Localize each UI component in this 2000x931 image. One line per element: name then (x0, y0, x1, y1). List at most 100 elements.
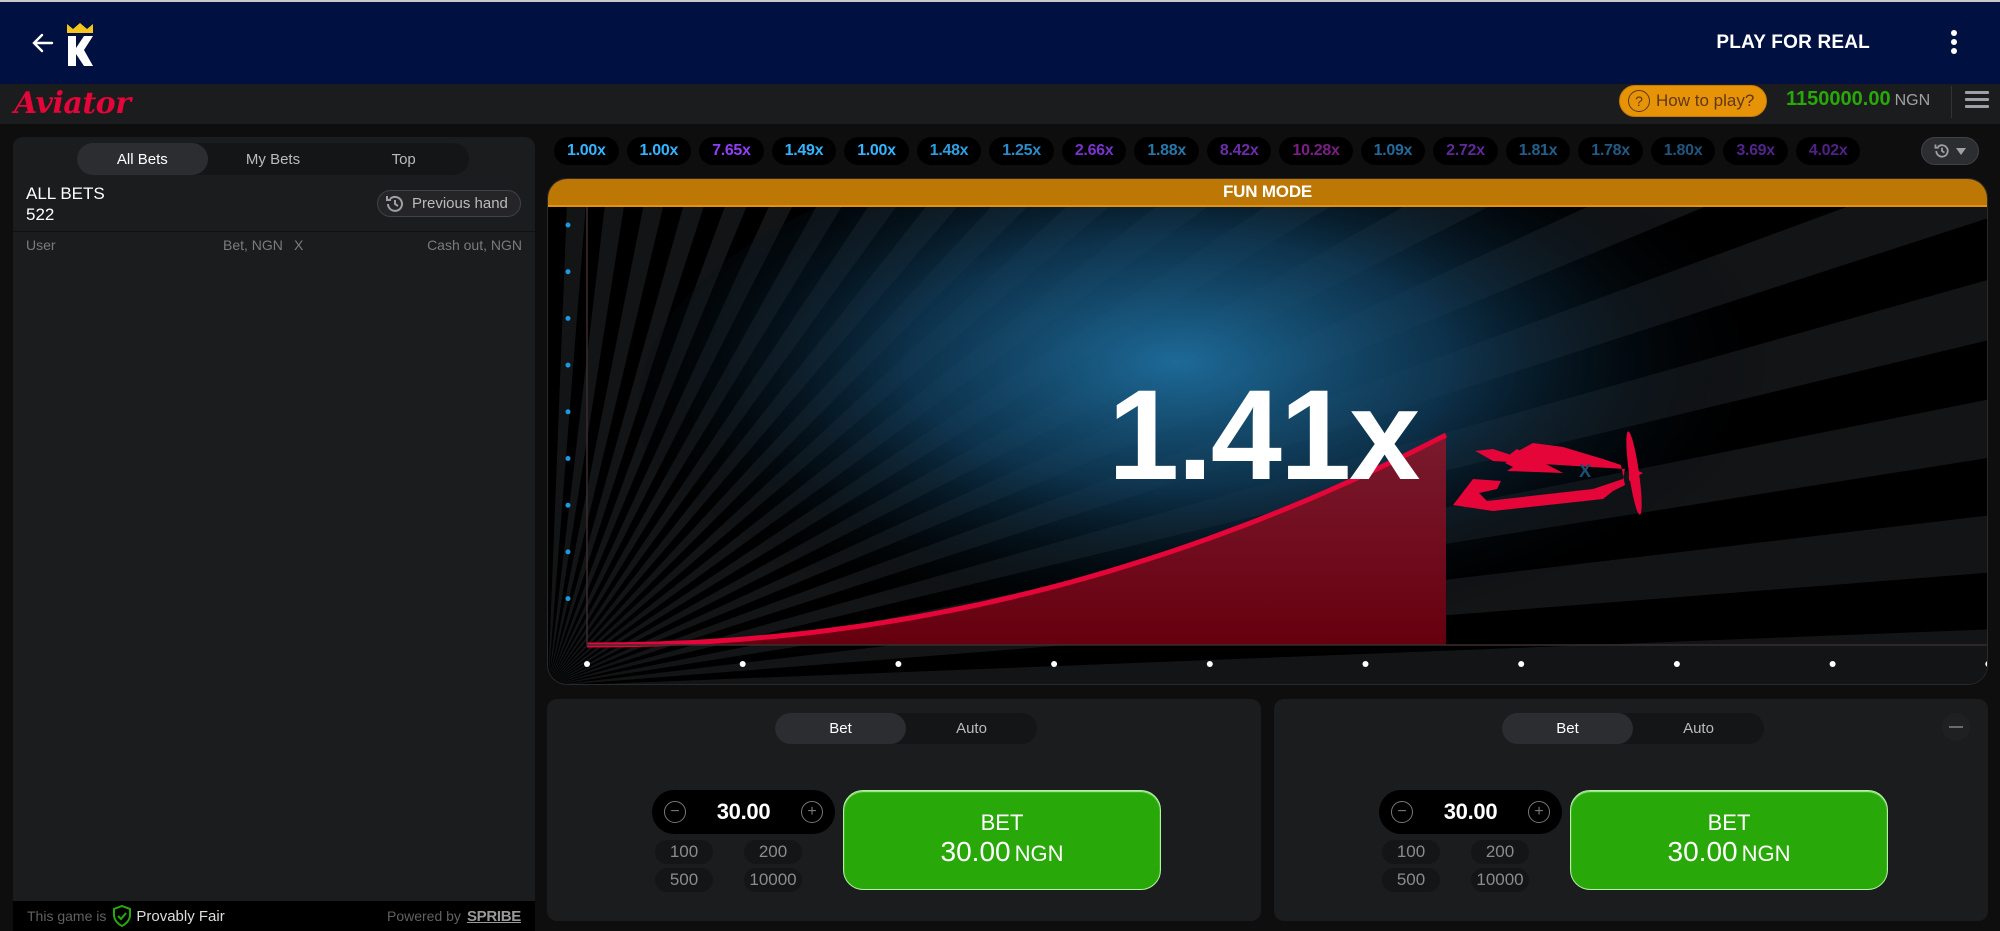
quick-amount-button[interactable]: 200 (744, 840, 802, 864)
history-toggle-button[interactable] (1921, 137, 1979, 165)
increase-amount-button[interactable]: + (801, 801, 823, 823)
place-bet-button[interactable]: BET 30.00 NGN (843, 790, 1161, 890)
caret-down-icon (1956, 148, 1966, 155)
shield-check-icon (113, 905, 132, 927)
tab-my-bets[interactable]: My Bets (208, 143, 339, 175)
fair-prefix: This game is (27, 908, 107, 924)
history-multiplier-chip[interactable]: 1.00x (626, 137, 692, 165)
x-axis-dot (1051, 661, 1058, 667)
history-multiplier-chip[interactable]: 1.80x (1650, 137, 1716, 165)
quick-amount-button[interactable]: 100 (1382, 840, 1440, 864)
history-multiplier-chip[interactable]: 8.42x (1206, 137, 1272, 165)
previous-hand-button[interactable]: Previous hand (377, 190, 521, 217)
fun-mode-banner: FUN MODE (548, 179, 1987, 207)
y-axis-dot (565, 409, 571, 415)
decrease-amount-button[interactable]: − (664, 801, 686, 823)
back-button[interactable] (28, 28, 58, 58)
bet-button-amount: 30.00 (940, 836, 1011, 867)
panel-footer: This game is Provably Fair Powered by SP… (13, 901, 535, 931)
bet-panel-1: Bet Auto − 30.00 + 100 200 500 10000 BET… (547, 699, 1261, 921)
history-multiplier-chip[interactable]: 3.69x (1723, 137, 1788, 165)
history-multiplier-chip[interactable]: 1.00x (844, 137, 909, 165)
spribe-logo-link[interactable]: SPRIBE (467, 908, 521, 925)
history-multiplier-chip[interactable]: 1.48x (916, 137, 982, 165)
bet-amount-input[interactable]: 30.00 (1444, 799, 1498, 825)
game-header: Aviator ? How to play? 1150000.00 NGN (0, 84, 2000, 124)
powered-by-label: Powered by (387, 907, 461, 924)
tab-top[interactable]: Top (338, 143, 469, 175)
quick-amount-button[interactable]: 200 (1471, 840, 1529, 864)
header-divider (1951, 86, 1952, 118)
hamburger-menu-icon[interactable] (1965, 91, 1989, 111)
crown-k-logo-icon[interactable] (66, 22, 94, 66)
bet-amount-input[interactable]: 30.00 (717, 799, 771, 825)
y-axis-dot (565, 502, 571, 508)
powered-by: Powered by SPRIBE (387, 908, 521, 925)
history-multiplier-chip[interactable]: 1.49x (771, 137, 837, 165)
history-multiplier-chip[interactable]: 1.78x (1578, 137, 1643, 165)
minus-icon (1949, 726, 1963, 728)
flight-stage: X 1.41x (548, 179, 1987, 684)
increase-amount-button[interactable]: + (1528, 801, 1550, 823)
bet-button-amount: 30.00 (1667, 836, 1738, 867)
history-multiplier-chip[interactable]: 1.81x (1505, 137, 1571, 165)
history-clock-icon (386, 195, 403, 212)
column-user: User (26, 237, 56, 253)
multiplier-history: 1.00x 1.00x 7.65x 1.49x 1.00x 1.48x 1.25x 2.66x… (554, 137, 1918, 165)
y-axis-dot (565, 456, 571, 461)
quick-amount-button[interactable]: 500 (1382, 868, 1440, 892)
previous-hand-label: Previous hand (412, 195, 508, 212)
balance-display: 1150000.00 NGN (1786, 88, 1930, 111)
remove-bet-panel-button[interactable] (1942, 713, 1970, 741)
y-axis-dot (565, 315, 571, 321)
bet-mode-tabs: Bet Auto (1502, 713, 1764, 744)
x-axis-dot (1829, 661, 1836, 667)
quick-amount-button[interactable]: 100 (655, 840, 713, 864)
how-to-play-label: How to play? (1656, 91, 1755, 110)
history-multiplier-chip[interactable]: 1.25x (989, 137, 1054, 165)
history-multiplier-chip[interactable]: 4.02x (1795, 137, 1861, 165)
play-for-real-button[interactable]: PLAY FOR REAL (1716, 32, 1870, 54)
column-bet: Bet, NGN (223, 237, 283, 253)
tab-all-bets[interactable]: All Bets (77, 143, 208, 175)
y-axis-dot (565, 549, 571, 555)
y-axis-dot (565, 269, 571, 275)
balance-currency: NGN (1894, 92, 1931, 109)
quick-amount-button[interactable]: 10000 (1471, 868, 1529, 892)
current-multiplier: 1.41x (1108, 364, 1420, 507)
tab-auto[interactable]: Auto (906, 713, 1037, 744)
bet-amount-stepper: − 30.00 + (652, 790, 835, 834)
decrease-amount-button[interactable]: − (1391, 801, 1413, 823)
history-clock-icon (1934, 144, 1949, 158)
history-multiplier-chip[interactable]: 10.28x (1279, 137, 1353, 165)
history-multiplier-chip[interactable]: 2.72x (1433, 137, 1498, 165)
quick-amount-button[interactable]: 500 (655, 868, 713, 892)
quick-amount-button[interactable]: 10000 (744, 868, 802, 892)
how-to-play-button[interactable]: ? How to play? (1619, 85, 1767, 117)
place-bet-button[interactable]: BET 30.00 NGN (1570, 790, 1888, 890)
top-navigation-bar: PLAY FOR REAL (0, 0, 2000, 84)
bets-tabs: All Bets My Bets Top (77, 143, 469, 175)
history-multiplier-chip[interactable]: 1.00x (554, 137, 619, 165)
column-multiplier: X (294, 237, 304, 253)
bet-button-label: BET (1707, 810, 1751, 835)
bet-button-currency: NGN (1014, 841, 1064, 866)
history-multiplier-chip[interactable]: 1.88x (1134, 137, 1199, 165)
history-multiplier-chip[interactable]: 2.66x (1061, 137, 1127, 165)
history-multiplier-chip[interactable]: 7.65x (699, 137, 764, 165)
game-canvas: FUN MODE X 1.41x (547, 178, 1988, 685)
tab-bet[interactable]: Bet (775, 713, 906, 744)
all-bets-header: ALL BETS 522 (26, 183, 105, 225)
svg-text:X: X (1579, 461, 1591, 481)
x-axis-dot (1206, 661, 1213, 667)
aviator-logo: Aviator (14, 86, 131, 121)
provably-fair-link[interactable]: Provably Fair (112, 905, 225, 927)
bet-amount-stepper: − 30.00 + (1379, 790, 1562, 834)
question-circle-icon: ? (1628, 90, 1650, 112)
history-multiplier-chip[interactable]: 1.09x (1360, 137, 1426, 165)
tab-bet[interactable]: Bet (1502, 713, 1633, 744)
bets-panel: All Bets My Bets Top ALL BETS 522 Previo… (13, 137, 535, 931)
tab-auto[interactable]: Auto (1633, 713, 1764, 744)
kebab-menu-icon[interactable] (1948, 30, 1960, 58)
x-axis-dot (895, 661, 902, 667)
